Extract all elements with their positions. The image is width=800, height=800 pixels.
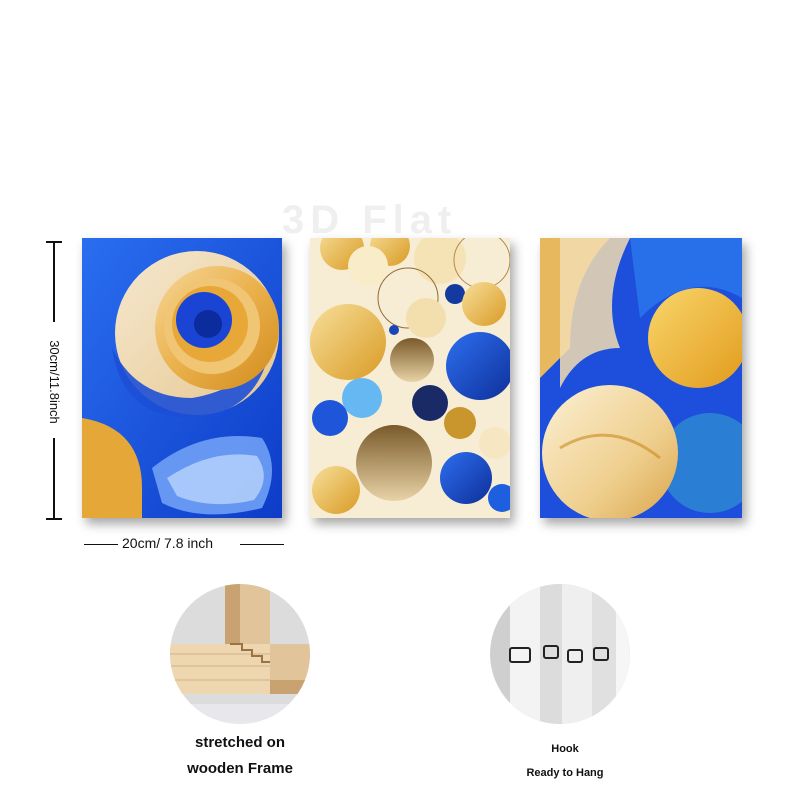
frame-caption-line2: wooden Frame bbox=[187, 760, 293, 777]
height-dimension-label-wrap: 30cm/11.8inch bbox=[38, 322, 68, 442]
circles-artwork bbox=[310, 238, 510, 518]
wooden-frame-photo bbox=[170, 584, 310, 724]
spiral-artwork bbox=[82, 238, 282, 518]
height-dimension-line-top bbox=[53, 242, 55, 322]
height-dimension-line-bottom bbox=[53, 438, 55, 518]
width-dimension-line-right bbox=[240, 544, 284, 545]
wooden-frame-corner-icon bbox=[170, 584, 310, 724]
hook-caption-line2: Ready to Hang bbox=[526, 767, 604, 779]
frame-caption-line1: stretched on bbox=[194, 734, 285, 751]
hook-caption-line1: Hook bbox=[551, 743, 579, 755]
canvas-panel-circles bbox=[310, 238, 510, 518]
hook-photo bbox=[490, 584, 630, 724]
canvas-panel-abstract bbox=[540, 238, 742, 518]
frame-caption: stretched on wooden Frame bbox=[160, 730, 320, 782]
height-dimension-bottom-tick bbox=[46, 518, 62, 520]
canvas-panel-spiral bbox=[82, 238, 282, 518]
width-dimension-label: 20cm/ 7.8 inch bbox=[122, 535, 214, 551]
width-dimension-line-left bbox=[84, 544, 118, 545]
watermark: 3D Flat bbox=[282, 198, 458, 242]
abstract-artwork bbox=[540, 238, 742, 518]
hanging-hook-icon bbox=[490, 584, 630, 724]
height-dimension-label: 30cm/11.8inch bbox=[47, 340, 62, 424]
hook-caption: Hook Ready to Hang bbox=[490, 737, 640, 785]
